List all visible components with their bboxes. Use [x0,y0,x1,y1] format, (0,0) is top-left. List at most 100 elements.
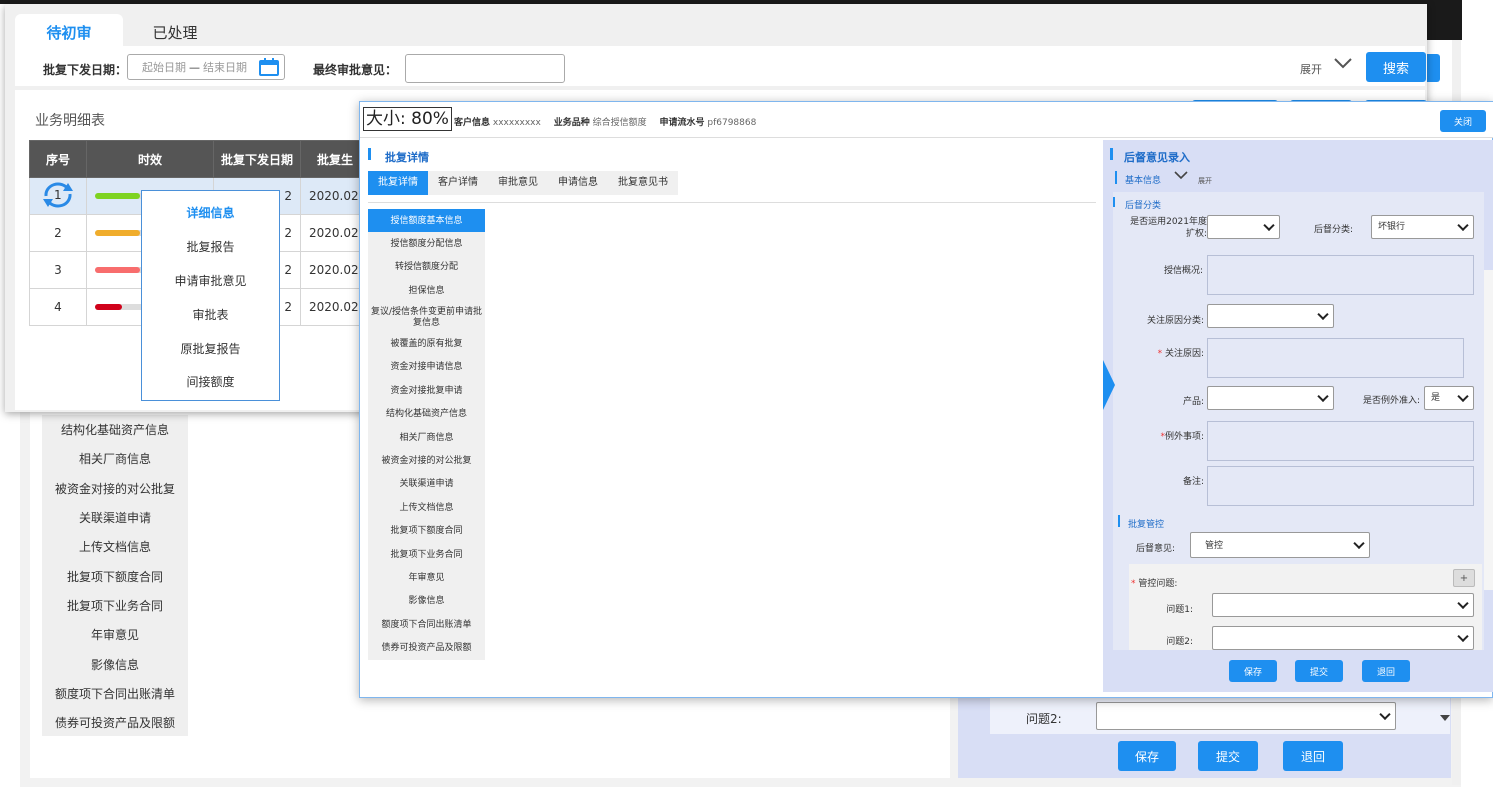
dialog-sidebar-item[interactable]: 结构化基础资产信息 [368,403,485,426]
exception-item-textarea[interactable] [1207,421,1474,461]
sidebar-item[interactable]: 影像信息 [42,649,188,678]
question2-select[interactable] [1212,626,1474,650]
panel-scrollbar[interactable] [1484,270,1493,590]
dialog-sidebar-item[interactable]: 额度项下合同出账清单 [368,613,485,636]
overview-textarea[interactable] [1207,255,1474,295]
calendar-icon[interactable] [259,58,279,76]
back-button[interactable]: 退回 [1283,741,1343,771]
question1-label: 问题1: [1166,605,1193,615]
chevron-down-icon[interactable] [1173,170,1189,184]
refresh-icon[interactable]: 1 [39,180,77,210]
dialog-sidebar-item[interactable]: 资金对接批复申请 [368,379,485,402]
context-menu-item[interactable]: 审批表 [142,297,279,331]
back-button[interactable]: 退回 [1362,660,1410,682]
dialog-sidebar-item[interactable]: 资金对接申请信息 [368,356,485,379]
dialog-sidebar-item[interactable]: 影像信息 [368,590,485,613]
exception-item-text: 例外事项: [1164,432,1204,442]
dialog-sidebar-item[interactable]: 债券可投资产品及限额 [368,637,485,660]
dialog-sidebar-item[interactable]: 上传文档信息 [368,496,485,519]
close-button[interactable]: 关闭 [1440,110,1486,132]
context-menu-item[interactable]: 详细信息 [142,196,279,230]
dialog-sidebar-item[interactable]: 批复项下业务合同 [368,543,485,566]
dialog-tab[interactable]: 客户详情 [428,171,488,195]
focus-reason-text: 关注原因: [1164,349,1204,359]
save-button[interactable]: 保存 [1229,660,1277,682]
opinion-select[interactable]: 管控 [1190,532,1370,558]
header-timeliness: 时效 [86,140,214,178]
question2-label: 问题2: [1026,712,1062,726]
product-select[interactable] [1207,386,1334,410]
dialog-sidebar-item[interactable]: 批复项下额度合同 [368,520,485,543]
scroll-down-icon[interactable] [1440,715,1450,721]
sidebar-item[interactable]: 批复项下额度合同 [42,561,188,590]
final-opinion-label: 最终审批意见： [313,63,398,77]
dialog-sidebar-item[interactable]: 转授信额度分配 [368,256,485,279]
question1-select[interactable] [1212,593,1474,617]
zoom-indicator: 大小: 80% [363,107,452,131]
dialog-tab[interactable]: 审批意见 [488,171,548,195]
dialog-tab[interactable]: 申请信息 [548,171,608,195]
context-menu-item[interactable]: 原批复报告 [142,331,279,365]
dialog-tab[interactable]: 批复详情 [368,171,428,195]
exception-select[interactable]: 是 [1424,386,1474,410]
focus-reason-textarea[interactable] [1207,338,1464,378]
form-scroll-area: 后督分类 是否运用2021年度扩权: 后督分类: 坏银行 授信概况: 关注原因分… [1113,192,1484,650]
sidebar-item[interactable]: 额度项下合同出账清单 [42,679,188,708]
tab-processed[interactable]: 已处理 [125,14,225,50]
sidebar-item[interactable]: 被资金对接的对公批复 [42,474,188,503]
add-issue-button[interactable]: + [1453,569,1475,587]
row-number: 1 [29,177,87,215]
search-button[interactable]: 搜索 [1366,52,1426,82]
dialog-sidebar-item[interactable]: 被资金对接的对公批复 [368,450,485,473]
date-dash: — [189,60,200,74]
question2-select[interactable] [1096,702,1396,730]
remark-label: 备注: [1182,477,1204,487]
tab-pending[interactable]: 待初审 [15,14,123,50]
focus-category-select[interactable] [1207,304,1334,328]
progress-fill [95,267,140,273]
table-header: 序号 时效 批复下发日期 批复生 [29,140,370,178]
serial-value: pf6798868 [707,118,757,128]
dialog-tab[interactable]: 批复意见书 [608,171,678,195]
dialog-info: 客户信息 xxxxxxxxx 业务品种 综合授信额度 申请流水号 pf67988… [454,115,756,128]
context-menu-item[interactable]: 间接额度 [142,365,279,399]
sidebar-item[interactable]: 相关厂商信息 [42,444,188,473]
sidebar-item[interactable]: 结构化基础资产信息 [42,415,188,444]
tabs-underline [368,202,1096,203]
dialog-sidebar-item[interactable]: 担保信息 [368,279,485,302]
end-date-placeholder: 结束日期 [203,61,247,74]
category-value: 坏银行 [1378,222,1406,232]
customer-value: xxxxxxxxx [492,118,541,128]
sidebar-item[interactable]: 上传文档信息 [42,532,188,561]
submit-button[interactable]: 提交 [1295,660,1343,682]
expand-toggle[interactable]: 展开 [1300,61,1322,77]
dialog-sidebar-item[interactable]: 授信额度分配信息 [368,232,485,255]
context-menu-item[interactable]: 批复报告 [142,230,279,264]
dialog-sidebar-item[interactable]: 被覆盖的原有批复 [368,333,485,356]
dialog-sidebar-item[interactable]: 复议/授信条件变更前申请批复信息 [368,303,485,333]
panel-collapse-arrow[interactable] [1103,360,1115,410]
save-button[interactable]: 保存 [1118,741,1176,771]
q2021-label: 是否运用2021年度扩权: [1130,217,1207,239]
dialog-sidebar-item[interactable]: 关联渠道申请 [368,473,485,496]
sidebar-item[interactable]: 年审意见 [42,620,188,649]
date-range-input[interactable]: 起始日期 — 结束日期 [127,54,285,80]
submit-button[interactable]: 提交 [1198,741,1258,771]
focus-category-label: 关注原因分类: [1146,316,1204,326]
context-menu-item[interactable]: 申请审批意见 [142,264,279,298]
dialog-sidebar-item[interactable]: 授信额度基本信息 [368,209,485,233]
category-select[interactable]: 坏银行 [1371,215,1474,239]
dialog-sidebar-item[interactable]: 相关厂商信息 [368,426,485,449]
remark-textarea[interactable] [1207,466,1474,506]
row-number: 2 [29,214,87,252]
q2021-select[interactable] [1207,215,1280,239]
sidebar-item[interactable]: 批复项下业务合同 [42,591,188,620]
final-opinion-input[interactable] [405,54,565,83]
expand-text[interactable]: 展开 [1198,176,1212,186]
exception-label: 是否例外准入: [1362,396,1420,406]
detail-dialog: 大小: 80% 客户信息 xxxxxxxxx 业务品种 综合授信额度 申请流水号… [359,101,1493,698]
sidebar-item[interactable]: 关联渠道申请 [42,503,188,532]
chevron-down-icon[interactable] [1333,56,1353,73]
dialog-sidebar-item[interactable]: 年审意见 [368,566,485,589]
sidebar-item[interactable]: 债券可投资产品及限额 [42,708,188,737]
